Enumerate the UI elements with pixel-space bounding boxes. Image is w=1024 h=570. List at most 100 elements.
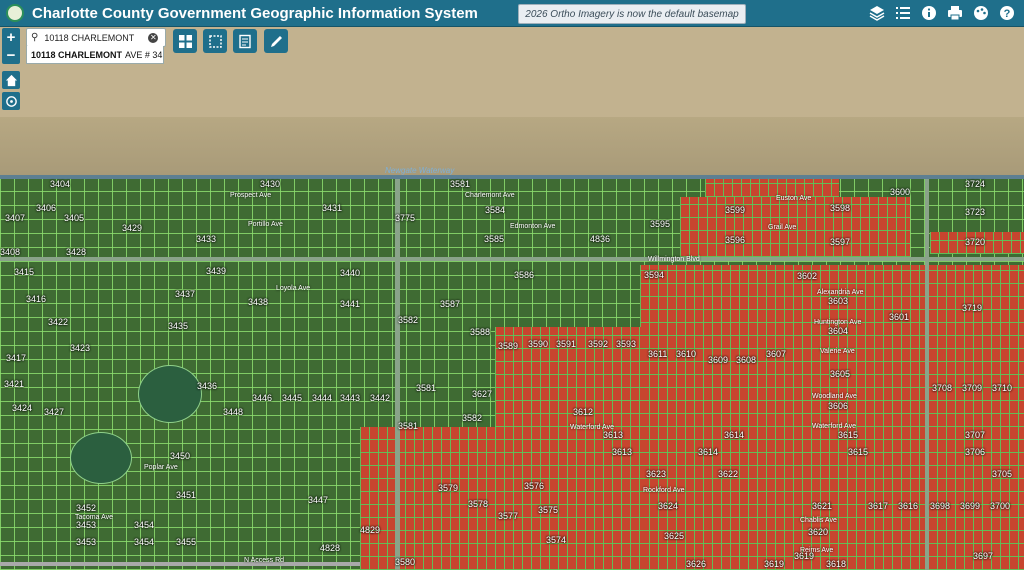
- parcel-number-label: 3615: [848, 447, 869, 457]
- road-label: Euston Ave: [776, 195, 812, 202]
- parcel-number-label: 3417: [6, 353, 27, 363]
- info-icon[interactable]: [918, 3, 940, 23]
- parcel-number-label: 3582: [462, 413, 483, 423]
- vertical-road: [925, 179, 929, 570]
- lake: [70, 432, 132, 484]
- search-result-item[interactable]: 10118 CHARLEMONT AVE # 34...: [26, 46, 164, 64]
- parcel-number-label: 3723: [965, 207, 986, 217]
- road-label: Rockford Ave: [643, 487, 685, 494]
- parcel-number-label: 3609: [708, 355, 729, 365]
- lake: [138, 365, 202, 423]
- parcel-number-label: 3608: [736, 355, 757, 365]
- parcel-number-label: 3447: [308, 495, 329, 505]
- parcel-number-label: 3443: [340, 393, 361, 403]
- parcel-number-label: 3623: [646, 469, 667, 479]
- parcel-number-label: 3578: [468, 499, 489, 509]
- road-label: Woodland Ave: [812, 393, 857, 400]
- waterway-label: Newgate Waterway: [385, 166, 455, 175]
- parcel-number-label: 3582: [398, 315, 419, 325]
- parcel-number-label: 3619: [764, 559, 785, 569]
- parcel-number-label: 3595: [650, 219, 671, 229]
- parcel-number-label: 3596: [725, 235, 746, 245]
- parcel-number-label: 3616: [898, 501, 919, 511]
- locate-icon[interactable]: [2, 92, 20, 110]
- road-label: Charlemont Ave: [465, 192, 515, 199]
- parcel-number-label: 3597: [830, 237, 851, 247]
- parcel-number-label: 3446: [252, 393, 273, 403]
- road-label: Waterford Ave: [812, 423, 856, 430]
- select-tool-icon[interactable]: [203, 29, 227, 53]
- parcel-number-label: 3440: [340, 268, 361, 278]
- parcel-number-label: 3709: [962, 383, 983, 393]
- help-icon[interactable]: ?: [996, 3, 1018, 23]
- list-icon[interactable]: [892, 3, 914, 23]
- print-icon[interactable]: [944, 3, 966, 23]
- parcel-number-label: 3720: [965, 237, 986, 247]
- road-label: Huntington Ave: [814, 319, 862, 326]
- road-label: Alexandria Ave: [817, 289, 864, 296]
- notes-tool-icon[interactable]: [233, 29, 257, 53]
- clear-search-icon[interactable]: ✕: [148, 32, 159, 43]
- grid-tool-icon[interactable]: [173, 29, 197, 53]
- parcel-number-label: 3423: [70, 343, 91, 353]
- parcel-number-label: 3775: [395, 213, 416, 223]
- parcel-number-label: 3416: [26, 294, 47, 304]
- map-view[interactable]: Newgate Waterway Charlemont Ave Prospect…: [0, 27, 1024, 570]
- highlight-parcels: [705, 179, 839, 197]
- road-label: Grail Ave: [768, 224, 797, 231]
- parcel-number-label: 3698: [930, 501, 951, 511]
- layers-icon[interactable]: [866, 3, 888, 23]
- parcel-number-label: 3706: [965, 447, 986, 457]
- parcel-number-label: 3448: [223, 407, 244, 417]
- parcel-number-label: 3435: [168, 321, 189, 331]
- parcel-number-label: 3581: [450, 179, 471, 189]
- svg-text:?: ?: [1004, 8, 1011, 20]
- road-label: Willmington Blvd: [648, 256, 700, 263]
- zoom-in-icon[interactable]: +: [2, 28, 20, 46]
- search-input[interactable]: [42, 31, 147, 44]
- parcel-number-label: 3454: [134, 537, 155, 547]
- parcel-number-label: 3577: [498, 511, 519, 521]
- parcel-number-label: 3421: [4, 379, 25, 389]
- parcel-number-label: 3428: [66, 247, 87, 257]
- parcel-number-label: 3617: [868, 501, 889, 511]
- parcel-number-label: 3601: [889, 312, 910, 322]
- road-label: Portillo Ave: [248, 221, 283, 228]
- parcel-number-label: 3603: [828, 296, 849, 306]
- draw-tool-icon[interactable]: [264, 29, 288, 53]
- parcel-number-label: 3430: [260, 179, 281, 189]
- parcel-number-label: 3442: [370, 393, 391, 403]
- parcel-number-label: 3575: [538, 505, 559, 515]
- palette-icon[interactable]: [970, 3, 992, 23]
- parcel-number-label: 3626: [686, 559, 707, 569]
- parcel-number-label: 3587: [440, 299, 461, 309]
- parcel-number-label: 3605: [830, 369, 851, 379]
- parcel-number-label: 3705: [992, 469, 1013, 479]
- parcel-number-label: 3724: [965, 179, 986, 189]
- zoom-control: + −: [2, 28, 20, 64]
- parcel-number-label: 3619: [794, 551, 815, 561]
- road-label: Valerie Ave: [820, 348, 855, 355]
- parcel-number-label: 3627: [472, 389, 493, 399]
- parcel-number-label: 3600: [890, 187, 911, 197]
- parcel-number-label: 3625: [664, 531, 685, 541]
- parcel-number-label: 3415: [14, 267, 35, 277]
- parcel-number-label: 3580: [395, 557, 416, 567]
- parcel-number-label: 3438: [248, 297, 269, 307]
- parcel-number-label: 3618: [826, 559, 847, 569]
- app-title: Charlotte County Government Geographic I…: [32, 4, 478, 22]
- parcel-number-label: 3436: [197, 381, 218, 391]
- parcel-number-label: 3604: [828, 326, 849, 336]
- home-icon[interactable]: [2, 71, 20, 89]
- app-header: Charlotte County Government Geographic I…: [0, 0, 1024, 27]
- result-rest: AVE # 34...: [125, 49, 163, 60]
- parcel-number-label: 3594: [644, 270, 665, 280]
- parcel-number-label: 3406: [36, 203, 57, 213]
- parcel-number-label: 3453: [76, 537, 97, 547]
- county-logo-icon: [6, 4, 24, 22]
- parcel-number-label: 3620: [808, 527, 829, 537]
- parcel-number-label: 3589: [498, 341, 519, 351]
- parcel-number-label: 3431: [322, 203, 343, 213]
- zoom-out-icon[interactable]: −: [2, 46, 20, 64]
- road-label: Loyola Ave: [276, 285, 311, 292]
